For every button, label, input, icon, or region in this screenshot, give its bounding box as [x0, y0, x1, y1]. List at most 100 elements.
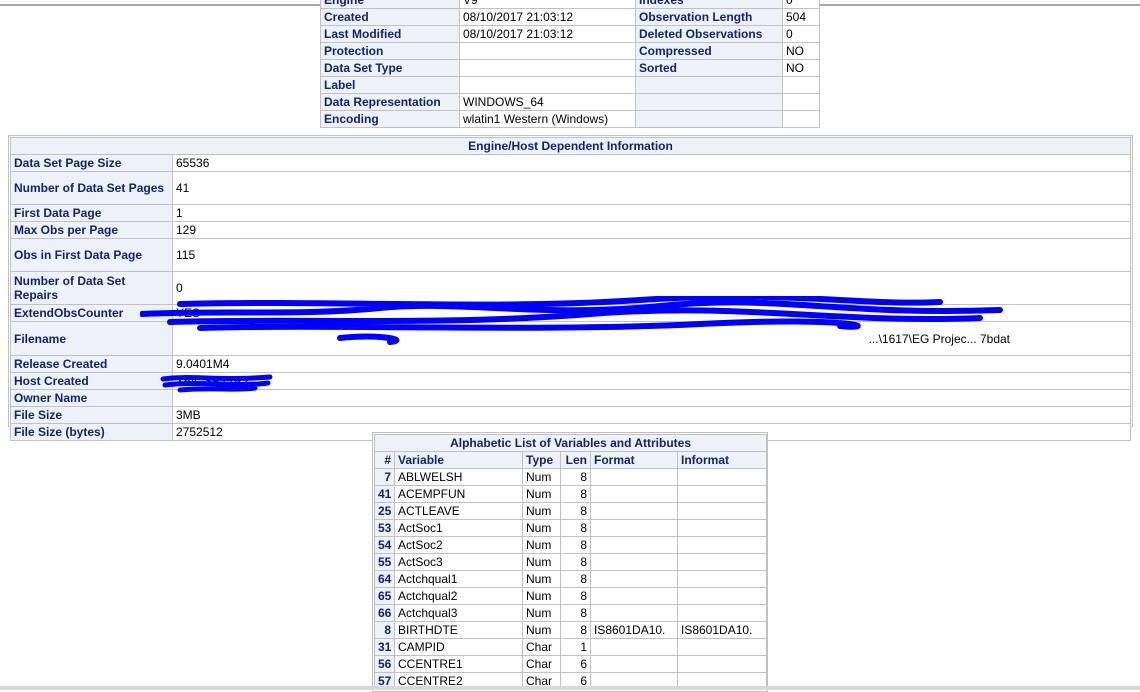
- variable-number: 7: [374, 468, 395, 486]
- engine-row: File Size 3MB: [10, 406, 1131, 424]
- engine-label: Filename: [10, 321, 173, 356]
- attribute-value: 0: [782, 25, 820, 43]
- attribute-row: Engine V9 Indexes 0: [320, 0, 820, 9]
- engine-label: Host Created: [10, 372, 173, 390]
- variable-row: 65 Actchqual2 Num 8: [374, 587, 768, 605]
- variable-row: 54 ActSoc2 Num 8: [374, 536, 768, 554]
- attribute-row: Protection Compressed NO: [320, 42, 820, 60]
- variable-length: 8: [560, 621, 591, 639]
- engine-row: Max Obs per Page 129: [10, 221, 1131, 239]
- engine-label: Data Set Page Size: [10, 154, 173, 172]
- engine-value: 129: [172, 221, 1131, 239]
- engine-label: Release Created: [10, 355, 173, 373]
- attribute-label: Data Set Type: [320, 59, 460, 77]
- variable-row: 64 Actchqual1 Num 8: [374, 570, 768, 588]
- variable-name: Actchqual1: [394, 570, 523, 588]
- variable-type: Num: [522, 468, 561, 486]
- variable-name: ACEMPFUN: [394, 485, 523, 503]
- variable-length: 8: [560, 587, 591, 605]
- attribute-label: [635, 110, 783, 128]
- variable-format: [590, 638, 678, 656]
- variable-number: 55: [374, 553, 395, 571]
- attribute-value: [459, 59, 636, 77]
- engine-table-title: Engine/Host Dependent Information: [10, 137, 1131, 155]
- attribute-label: Observation Length: [635, 8, 783, 26]
- variable-length: 8: [560, 519, 591, 537]
- variable-row: 31 CAMPID Char 1: [374, 638, 768, 656]
- attribute-label: Encoding: [320, 110, 460, 128]
- variable-type: Num: [522, 502, 561, 520]
- engine-host-info-table: Engine/Host Dependent Information Data S…: [10, 137, 1131, 441]
- variable-type: Num: [522, 621, 561, 639]
- variable-format: [590, 519, 678, 537]
- dataset-attributes-table: Engine V9 Indexes 0 Created 08/10/2017 21:03:…: [320, 0, 820, 128]
- variable-format: [590, 502, 678, 520]
- variable-type: Char: [522, 638, 561, 656]
- variable-informat: IS8601DA10.: [676, 621, 768, 639]
- variable-informat: [676, 468, 768, 486]
- variable-format: [590, 553, 678, 571]
- variable-format: [590, 485, 678, 503]
- attribute-value: [782, 76, 820, 94]
- engine-row: Release Created 9.0401M4: [10, 355, 1131, 373]
- variable-length: 8: [560, 485, 591, 503]
- variable-format: [590, 655, 678, 673]
- variable-length: 1: [560, 638, 591, 656]
- variable-length: 8: [560, 604, 591, 622]
- variable-number: 64: [374, 570, 395, 588]
- variable-number: 31: [374, 638, 395, 656]
- variable-number: 56: [374, 655, 395, 673]
- variable-type: Num: [522, 519, 561, 537]
- engine-value: X64_SR12R2: [172, 372, 1131, 390]
- variable-name: Actchqual3: [394, 604, 523, 622]
- column-header: Variable: [394, 451, 523, 469]
- attribute-label: Sorted: [635, 59, 783, 77]
- engine-value: ...\1617\EG Projec... 7bdat: [172, 321, 1131, 356]
- attribute-value: 504: [782, 8, 820, 26]
- variable-informat: [676, 502, 768, 520]
- column-header: Len: [560, 451, 591, 469]
- column-header: Type: [522, 451, 561, 469]
- engine-row: Owner Name: [10, 389, 1131, 407]
- variable-number: 65: [374, 587, 395, 605]
- column-header: Format: [590, 451, 678, 469]
- engine-label: File Size: [10, 406, 173, 424]
- variable-name: Actchqual2: [394, 587, 523, 605]
- variable-row: 66 Actchqual3 Num 8: [374, 604, 768, 622]
- engine-value: 1: [172, 204, 1131, 222]
- variable-number: 54: [374, 536, 395, 554]
- variable-length: 8: [560, 502, 591, 520]
- horizontal-scrollbar[interactable]: [0, 686, 1140, 690]
- variable-number: 66: [374, 604, 395, 622]
- attribute-label: Label: [320, 76, 460, 94]
- variables-table-title: Alphabetic List of Variables and Attribu…: [373, 434, 768, 452]
- variable-row: 56 CCENTRE1 Char 6: [374, 655, 768, 673]
- variable-length: 8: [560, 570, 591, 588]
- attribute-label: Protection: [320, 42, 460, 60]
- variable-name: BIRTHDTE: [394, 621, 523, 639]
- engine-label: First Data Page: [10, 204, 173, 222]
- engine-value: 3MB: [172, 406, 1131, 424]
- variable-length: 8: [560, 553, 591, 571]
- variable-informat: [676, 570, 768, 588]
- engine-value: 41: [172, 171, 1131, 205]
- engine-label: Owner Name: [10, 389, 173, 407]
- engine-value: 115: [172, 238, 1131, 272]
- variable-type: Num: [522, 587, 561, 605]
- engine-row: First Data Page 1: [10, 204, 1131, 222]
- variable-format: [590, 468, 678, 486]
- engine-row: Number of Data Set Pages 41: [10, 171, 1131, 205]
- variable-informat: [676, 655, 768, 673]
- column-header: #: [374, 451, 395, 469]
- engine-value: 9.0401M4: [172, 355, 1131, 373]
- variable-name: ActSoc3: [394, 553, 523, 571]
- variable-number: 25: [374, 502, 395, 520]
- engine-label: ExtendObsCounter: [10, 304, 173, 322]
- attribute-row: Data Set Type Sorted NO: [320, 59, 820, 77]
- variable-name: ActSoc2: [394, 536, 523, 554]
- engine-value: 0: [172, 271, 1131, 305]
- variable-name: ACTLEAVE: [394, 502, 523, 520]
- attribute-value: NO: [782, 59, 820, 77]
- variable-name: CAMPID: [394, 638, 523, 656]
- attribute-label: [635, 93, 783, 111]
